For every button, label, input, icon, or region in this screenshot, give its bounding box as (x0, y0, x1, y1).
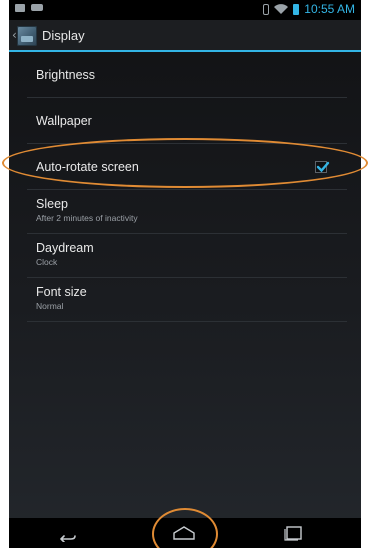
home-icon[interactable] (172, 524, 196, 542)
battery-icon (293, 3, 300, 15)
bluetooth-icon (263, 3, 270, 15)
sleep-row[interactable]: Sleep After 2 minutes of inactivity (27, 190, 347, 234)
status-clock: 10:55 AM (304, 2, 355, 16)
settings-list: Brightness Wallpaper Auto-rotate screen … (27, 52, 347, 322)
item-title: Auto-rotate screen (36, 160, 139, 174)
daydream-row[interactable]: Daydream Clock (27, 234, 347, 278)
item-summary: After 2 minutes of inactivity (36, 213, 138, 223)
item-title: Wallpaper (36, 114, 92, 128)
item-title: Brightness (36, 68, 96, 82)
recents-icon[interactable] (282, 524, 306, 542)
wallpaper-row[interactable]: Wallpaper (27, 98, 347, 144)
font-size-row[interactable]: Font size Normal (27, 278, 347, 322)
wifi-icon (274, 4, 289, 14)
page-title: Display (42, 28, 85, 43)
brightness-row[interactable]: Brightness (27, 52, 347, 98)
item-summary: Clock (36, 257, 58, 267)
action-bar: ‹ Display (9, 20, 361, 52)
item-title: Daydream (36, 241, 94, 255)
display-settings-icon[interactable] (17, 26, 37, 46)
status-bar: 10:55 AM (9, 0, 361, 20)
phone-screen: 10:55 AM ‹ Display Brightness Wallpaper … (9, 0, 361, 548)
notification-icon (15, 4, 25, 12)
item-summary: Normal (36, 301, 64, 311)
back-icon[interactable] (55, 524, 79, 542)
navigation-bar (9, 518, 361, 548)
usb-icon (31, 4, 43, 11)
item-title: Sleep (36, 197, 68, 211)
item-title: Font size (36, 285, 87, 299)
checkmark-icon (316, 161, 330, 173)
auto-rotate-row[interactable]: Auto-rotate screen (27, 144, 347, 190)
auto-rotate-checkbox[interactable] (315, 161, 330, 173)
